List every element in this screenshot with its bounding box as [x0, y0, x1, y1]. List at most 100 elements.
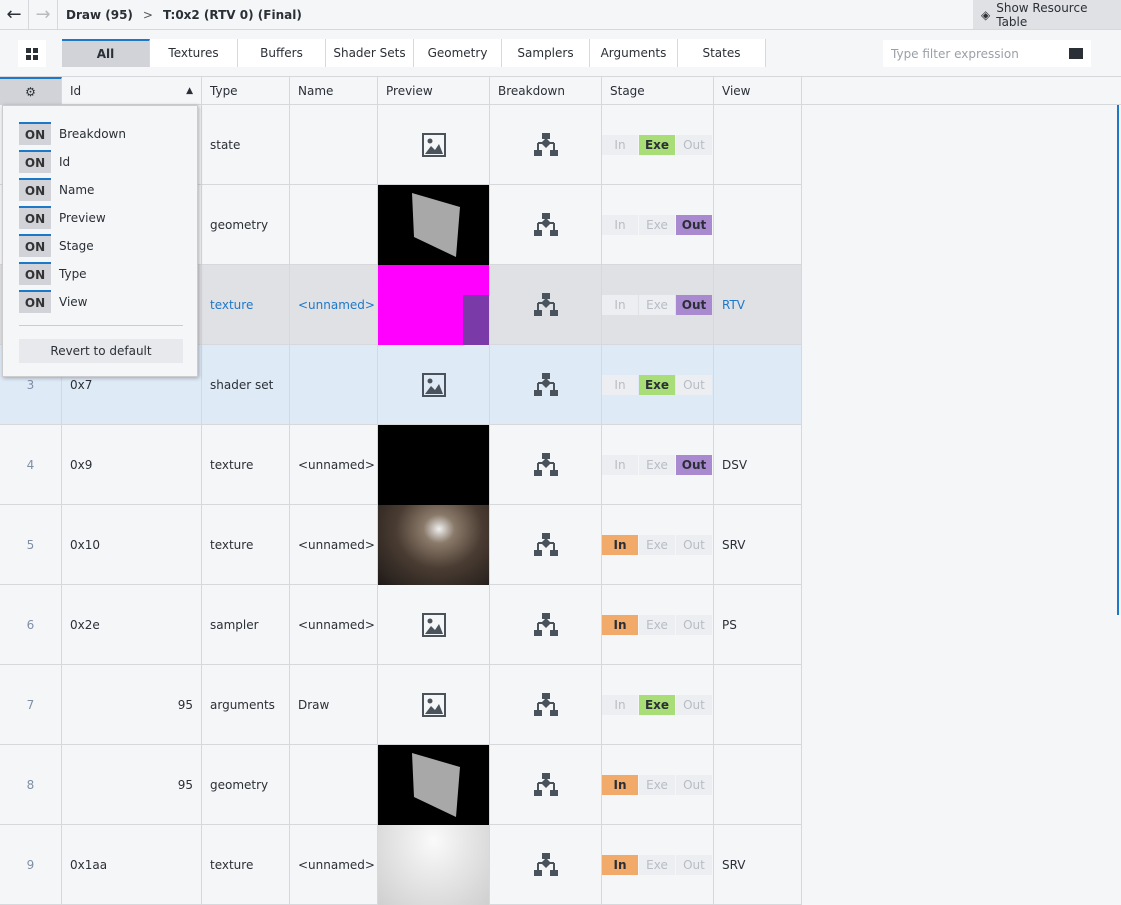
- column-header-preview[interactable]: Preview: [378, 77, 490, 105]
- id-cell: 0x1aa: [62, 825, 202, 904]
- type-cell: state: [202, 105, 290, 184]
- preview-cell[interactable]: [378, 585, 490, 664]
- stage-out: Out: [676, 214, 712, 235]
- preview-cell[interactable]: [378, 424, 490, 505]
- on-toggle[interactable]: ON: [19, 206, 51, 229]
- preview-cell[interactable]: [378, 824, 490, 905]
- texture-preview: [378, 504, 489, 585]
- column-settings-button[interactable]: ⚙: [0, 77, 62, 105]
- stage-cell: In Exe Out: [602, 745, 714, 824]
- breakdown-button[interactable]: [490, 825, 602, 904]
- stage-in: In: [602, 294, 638, 315]
- column-header-view[interactable]: View: [714, 77, 802, 105]
- preview-cell[interactable]: [378, 184, 490, 265]
- preview-cell[interactable]: [378, 105, 490, 184]
- tab-arguments[interactable]: Arguments: [590, 39, 678, 67]
- column-toggle-label: Preview: [59, 210, 106, 225]
- breakdown-button[interactable]: [490, 425, 602, 504]
- breakdown-button[interactable]: [490, 665, 602, 744]
- breakdown-hierarchy-icon: [533, 452, 558, 476]
- breakdown-hierarchy-icon: [533, 292, 558, 316]
- preview-cell[interactable]: [378, 744, 490, 825]
- on-toggle[interactable]: ON: [19, 150, 51, 173]
- table-row[interactable]: 4 0x9 texture <unnamed> In Exe Out DSV: [0, 424, 802, 505]
- preview-cell[interactable]: [378, 504, 490, 585]
- stage-out: Out: [676, 774, 712, 795]
- column-header-breakdown[interactable]: Breakdown: [490, 77, 602, 105]
- stage-cell: In Exe Out: [602, 585, 714, 664]
- type-cell: texture: [202, 505, 290, 584]
- stage-out: Out: [676, 854, 712, 875]
- column-toggle-view: ON View: [19, 290, 87, 313]
- preview-cell[interactable]: [378, 345, 490, 424]
- column-toggle-stage: ON Stage: [19, 234, 94, 257]
- table-row[interactable]: 8 95 geometry In Exe Out: [0, 744, 802, 825]
- tab-textures[interactable]: Textures: [150, 39, 238, 67]
- id-cell: 0x10: [62, 505, 202, 584]
- view-cell: SRV: [714, 505, 802, 584]
- filter-input[interactable]: Type filter expression: [883, 40, 1091, 67]
- table-row[interactable]: 6 0x2e sampler <unnamed> In Exe Out PS: [0, 585, 802, 665]
- breakdown-button[interactable]: [490, 505, 602, 584]
- breakdown-button[interactable]: [490, 265, 602, 344]
- tab-buffers[interactable]: Buffers: [238, 39, 326, 67]
- scrollbar[interactable]: [1117, 105, 1119, 615]
- forward-button[interactable]: →: [29, 0, 58, 30]
- column-header-id[interactable]: Id ▲: [62, 77, 202, 105]
- breakdown-hierarchy-icon: [533, 852, 558, 876]
- column-toggle-preview: ON Preview: [19, 206, 106, 229]
- stage-exe: Exe: [639, 694, 675, 715]
- tab-shader-sets[interactable]: Shader Sets: [326, 39, 414, 67]
- on-toggle[interactable]: ON: [19, 262, 51, 285]
- breakdown-button[interactable]: [490, 185, 602, 264]
- breadcrumb-texture[interactable]: T:0x2 (RTV 0) (Final): [163, 8, 302, 22]
- name-cell: <unnamed>: [290, 825, 378, 904]
- breakdown-button[interactable]: [490, 745, 602, 824]
- view-cell: [714, 185, 802, 264]
- breakdown-button[interactable]: [490, 345, 602, 424]
- on-toggle[interactable]: ON: [19, 290, 51, 313]
- preview-cell[interactable]: [378, 665, 490, 744]
- tab-states[interactable]: States: [678, 39, 766, 67]
- column-header-stage[interactable]: Stage: [602, 77, 714, 105]
- stage-exe: Exe: [639, 214, 675, 235]
- preview-cell[interactable]: [378, 264, 490, 345]
- column-header-type[interactable]: Type: [202, 77, 290, 105]
- column-toggle-label: View: [59, 294, 88, 309]
- revert-to-default-button[interactable]: Revert to default: [19, 339, 183, 363]
- type-cell: arguments: [202, 665, 290, 744]
- id-cell: 95: [62, 745, 202, 824]
- stage-in: In: [602, 534, 638, 555]
- stage-exe: Exe: [639, 454, 675, 475]
- tab-geometry[interactable]: Geometry: [414, 39, 502, 67]
- breakdown-hierarchy-icon: [533, 372, 558, 396]
- stage-in: In: [602, 134, 638, 155]
- stage-out: Out: [676, 534, 712, 555]
- stage-in: In: [602, 454, 638, 475]
- on-toggle[interactable]: ON: [19, 178, 51, 201]
- show-resource-table-button[interactable]: ◈ Show Resource Table: [973, 0, 1121, 29]
- column-header-name[interactable]: Name: [290, 77, 378, 105]
- breadcrumb-draw[interactable]: Draw (95): [66, 8, 133, 22]
- on-toggle[interactable]: ON: [19, 234, 51, 257]
- column-toggle-label: Id: [59, 154, 71, 169]
- tab-samplers[interactable]: Samplers: [502, 39, 590, 67]
- image-placeholder-icon: [421, 692, 446, 717]
- breakdown-button[interactable]: [490, 105, 602, 184]
- back-arrow-icon: ←: [6, 4, 22, 25]
- stage-cell: In Exe Out: [602, 665, 714, 744]
- clapper-icon[interactable]: [1069, 48, 1083, 59]
- stage-exe: Exe: [639, 294, 675, 315]
- table-row[interactable]: 5 0x10 texture <unnamed> In Exe Out SRV: [0, 504, 802, 585]
- tab-all[interactable]: All: [62, 39, 150, 67]
- breakdown-button[interactable]: [490, 585, 602, 664]
- row-index: 6: [0, 585, 62, 664]
- back-button[interactable]: ←: [0, 0, 29, 30]
- on-toggle[interactable]: ON: [19, 122, 51, 145]
- stage-in: In: [602, 614, 638, 635]
- grid-view-button[interactable]: [18, 40, 46, 67]
- grid-icon: [26, 47, 38, 60]
- name-cell: [290, 345, 378, 424]
- table-row[interactable]: 7 95 arguments Draw In Exe Out: [0, 665, 802, 745]
- table-row[interactable]: 9 0x1aa texture <unnamed> In Exe Out SRV: [0, 824, 802, 905]
